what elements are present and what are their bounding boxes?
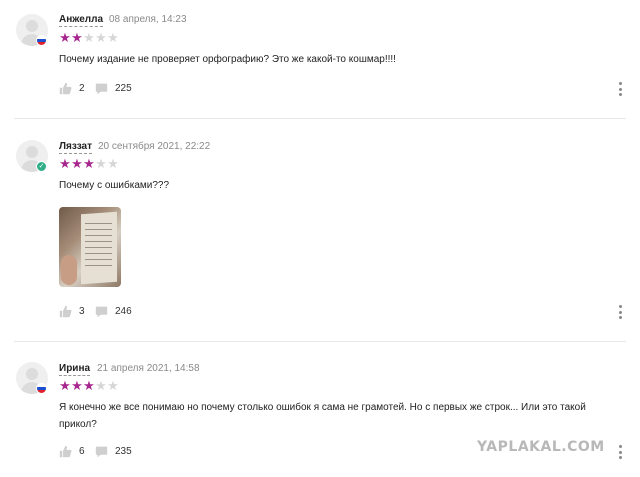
star-filled-icon: ★ xyxy=(83,378,95,393)
review-photo[interactable] xyxy=(59,207,121,287)
review-author[interactable]: Ляззат xyxy=(59,141,92,154)
divider xyxy=(14,341,626,342)
star-filled-icon: ★ xyxy=(71,30,83,45)
comments-button[interactable]: 225 xyxy=(95,82,132,95)
review-text-line: прикол? xyxy=(59,419,97,430)
thumbs-up-icon xyxy=(59,445,72,458)
comments-button[interactable]: 235 xyxy=(95,445,132,458)
more-options-icon[interactable] xyxy=(617,305,623,319)
review-date: 21 апреля 2021, 14:58 xyxy=(97,363,200,374)
star-filled-icon: ★ xyxy=(59,30,71,45)
thumbs-up-icon xyxy=(59,305,72,318)
star-empty-icon: ★ xyxy=(95,156,107,171)
star-empty-icon: ★ xyxy=(107,378,119,393)
review-text: Почему издание не проверяет орфографию? … xyxy=(59,54,396,65)
star-empty-icon: ★ xyxy=(107,156,119,171)
russia-flag-icon xyxy=(36,35,47,46)
comment-icon xyxy=(95,83,108,95)
rating-stars: ★ ★ ★ ★ ★ xyxy=(59,156,119,171)
comment-count: 225 xyxy=(115,83,132,94)
review-date: 20 сентября 2021, 22:22 xyxy=(98,141,211,152)
review-text-line: Я конечно же все понимаю но почему столь… xyxy=(59,402,586,413)
russia-flag-icon xyxy=(36,383,47,394)
star-empty-icon: ★ xyxy=(95,30,107,45)
comment-icon xyxy=(95,446,108,458)
review-author[interactable]: Ирина xyxy=(59,363,91,376)
like-count: 3 xyxy=(79,306,85,317)
like-count: 2 xyxy=(79,83,85,94)
star-filled-icon: ★ xyxy=(83,156,95,171)
review-text: Я конечно же все понимаю но почему столь… xyxy=(59,399,599,433)
comments-button[interactable]: 246 xyxy=(95,305,132,318)
like-button[interactable]: 2 xyxy=(59,82,85,95)
star-empty-icon: ★ xyxy=(107,30,119,45)
like-count: 6 xyxy=(79,446,85,457)
review-text: Почему с ошибками??? xyxy=(59,180,170,191)
comment-count: 235 xyxy=(115,446,132,457)
verified-badge-icon: ✓ xyxy=(36,161,47,172)
star-filled-icon: ★ xyxy=(59,378,71,393)
like-button[interactable]: 3 xyxy=(59,305,85,318)
rating-stars: ★ ★ ★ ★ ★ xyxy=(59,30,119,45)
more-options-icon[interactable] xyxy=(617,445,623,459)
thumbs-up-icon xyxy=(59,82,72,95)
star-filled-icon: ★ xyxy=(71,378,83,393)
rating-stars: ★ ★ ★ ★ ★ xyxy=(59,378,119,393)
watermark: YAPLAKAL.COM xyxy=(477,439,605,455)
review-author[interactable]: Анжелла xyxy=(59,14,104,27)
divider xyxy=(14,118,626,119)
like-button[interactable]: 6 xyxy=(59,445,85,458)
star-empty-icon: ★ xyxy=(83,30,95,45)
star-empty-icon: ★ xyxy=(95,378,107,393)
more-options-icon[interactable] xyxy=(617,82,623,96)
star-filled-icon: ★ xyxy=(59,156,71,171)
comment-count: 246 xyxy=(115,306,132,317)
review-date: 08 апреля, 14:23 xyxy=(109,14,187,25)
comment-icon xyxy=(95,306,108,318)
star-filled-icon: ★ xyxy=(71,156,83,171)
